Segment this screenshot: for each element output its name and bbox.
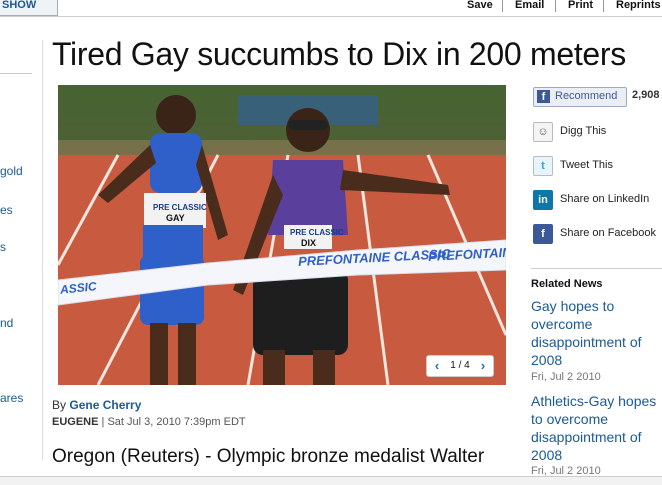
print-link[interactable]: Print <box>568 0 593 12</box>
photo-pager: ‹ 1 / 4 › <box>426 355 494 377</box>
show-tab[interactable]: SHOW <box>0 0 58 16</box>
linkedin-button[interactable]: in Share on LinkedIn <box>533 190 662 210</box>
related-link-1[interactable]: Gay hopes to <box>531 297 662 315</box>
article-lead: Oregon (Reuters) - Olympic bronze medali… <box>52 446 485 467</box>
toolbar-divider <box>502 0 503 12</box>
article-photo[interactable]: PRE CLASSIC GAY PRE CLASSIC DIX PREFONTA… <box>58 85 506 385</box>
tweet-button[interactable]: t Tweet This <box>533 156 662 176</box>
sidebar-rule <box>0 73 32 74</box>
related-link-2[interactable]: Athletics-Gay hopes <box>531 392 662 410</box>
email-link[interactable]: Email <box>515 0 544 12</box>
byline: By Gene Cherry <box>52 398 141 412</box>
toolbar-divider <box>603 0 604 12</box>
column-divider <box>42 40 43 460</box>
dateline-location: EUGENE <box>52 416 99 428</box>
byline-prefix: By <box>52 398 67 412</box>
bib-top-dix: PRE CLASSIC <box>290 228 344 237</box>
next-photo-button[interactable]: › <box>475 356 491 376</box>
related-date-1: Fri, Jul 2 2010 <box>531 371 601 383</box>
linkedin-icon: in <box>533 190 553 210</box>
recommend-label: Recommend <box>555 90 618 102</box>
left-sidebar <box>0 40 36 484</box>
facebook-share-button[interactable]: f Share on Facebook <box>533 224 662 244</box>
related-rule <box>531 268 662 269</box>
reprints-link[interactable]: Reprints <box>616 0 661 12</box>
prev-photo-button[interactable]: ‹ <box>429 356 445 376</box>
tweet-label: Tweet This <box>560 159 613 171</box>
digg-icon: ☺ <box>533 122 553 142</box>
photo-counter: 1 / 4 <box>450 360 470 371</box>
sidebar-link[interactable]: es <box>0 203 13 217</box>
related-link-1[interactable]: overcome <box>531 315 662 333</box>
bib-gay: GAY <box>166 213 185 223</box>
twitter-icon: t <box>533 156 553 176</box>
save-link[interactable]: Save <box>467 0 493 12</box>
bib-dix: DIX <box>301 238 317 248</box>
toolbar-divider <box>555 0 556 12</box>
digg-button[interactable]: ☺ Digg This <box>533 122 662 142</box>
article-headline: Tired Gay succumbs to Dix in 200 meters <box>52 36 626 72</box>
facebook-icon: f <box>533 224 553 244</box>
recommend-count: 2,908 <box>632 89 660 101</box>
related-link-1[interactable]: 2008 <box>531 351 662 369</box>
facebook-icon: f <box>537 90 550 103</box>
digg-label: Digg This <box>560 125 607 137</box>
facebook-label: Share on Facebook <box>560 227 657 239</box>
sidebar-link[interactable]: ares <box>0 391 23 405</box>
bib-top-gay: PRE CLASSIC <box>153 203 207 212</box>
sidebar-link[interactable]: s <box>0 240 6 254</box>
related-heading: Related News <box>531 278 603 290</box>
dateline-date: | Sat Jul 3, 2010 7:39pm EDT <box>101 416 246 428</box>
recommend-button[interactable]: f Recommend <box>533 87 627 107</box>
sidebar-link[interactable]: gold <box>0 164 23 178</box>
related-link-2[interactable]: 2008 <box>531 446 662 464</box>
linkedin-label: Share on LinkedIn <box>560 193 650 205</box>
toolbar: SHOW Save Email Print Reprints <box>0 0 662 17</box>
dateline: EUGENE | Sat Jul 3, 2010 7:39pm EDT <box>52 416 246 428</box>
sidebar-link[interactable]: nd <box>0 316 13 330</box>
author-link[interactable]: Gene Cherry <box>69 398 141 412</box>
related-link-2[interactable]: disappointment of <box>531 428 662 446</box>
related-link-2[interactable]: to overcome <box>531 410 662 428</box>
related-link-1[interactable]: disappointment of <box>531 333 662 351</box>
sprint-finish-photo <box>58 85 506 385</box>
